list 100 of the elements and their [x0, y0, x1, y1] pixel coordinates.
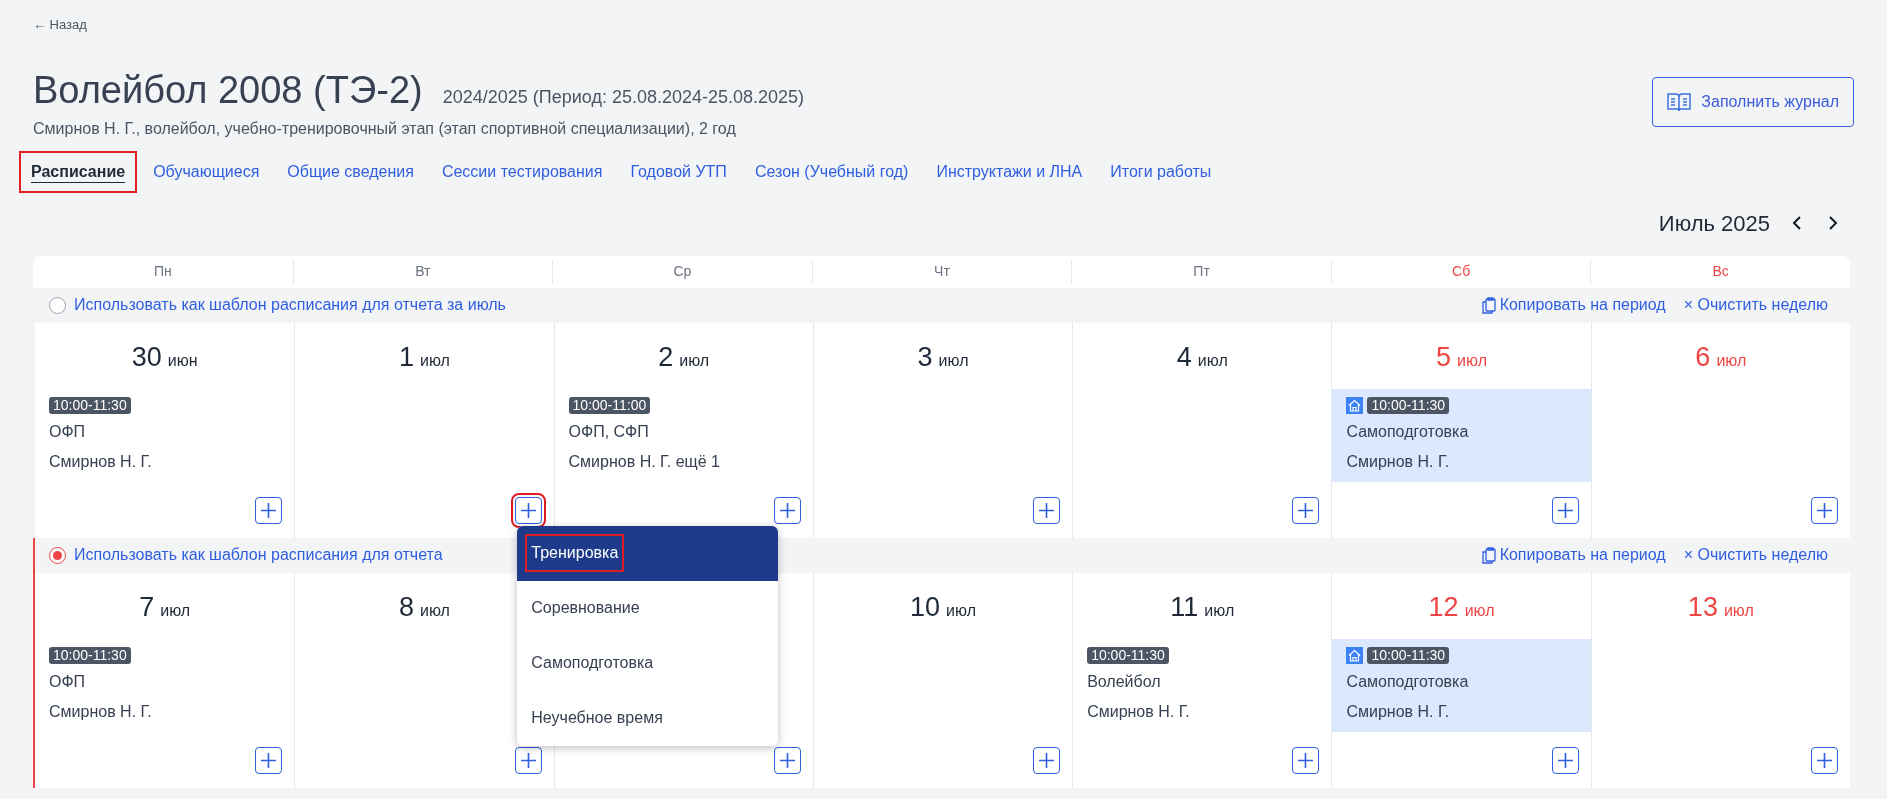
period-text: 2024/2025 (Период: 25.08.2024-25.08.2025): [442, 85, 805, 109]
time-badge: 10:00-11:30: [1367, 646, 1450, 664]
trainer-name: Смирнов Н. Г.: [49, 701, 153, 722]
subtitle-text: Смирнов Н. Г., волейбол, учебно-тренировочный этап (этап спортивной специализации), 2 год: [33, 118, 737, 139]
trainer-name: Смирнов Н. Г.: [49, 451, 153, 472]
menu-item[interactable]: Неучебное время: [525, 699, 669, 737]
copy-icon: [1481, 296, 1496, 314]
add-button[interactable]: [1811, 746, 1838, 774]
radio-button[interactable]: [49, 546, 66, 564]
plus-icon: [520, 752, 536, 768]
page-title: Волейбол 2008 (ТЭ-2): [33, 67, 423, 113]
add-button[interactable]: [1811, 496, 1838, 524]
month-label: июл: [419, 600, 450, 621]
template-label[interactable]: Использовать как шаблон расписания для отчета: [74, 543, 443, 567]
trainer-name: Смирнов Н. Г.: [1346, 701, 1451, 722]
tab[interactable]: Общие сведения: [275, 150, 426, 193]
weekday-label: Вт: [415, 262, 431, 281]
plus-icon: [1039, 502, 1055, 518]
month-label: июл: [1723, 600, 1754, 621]
add-button[interactable]: [1292, 746, 1320, 774]
chevron-right-icon: [1828, 216, 1838, 230]
month-label: июл: [1716, 350, 1747, 371]
tab[interactable]: Обучающиеся: [141, 150, 272, 193]
event-title: Самоподготовка: [1346, 671, 1470, 692]
weekday-label: Вс: [1712, 262, 1729, 281]
plus-icon: [1298, 502, 1314, 518]
fill-journal-button[interactable]: Заполнить журнал: [1652, 76, 1854, 127]
event-title: Волейбол: [1087, 671, 1162, 692]
tab[interactable]: Инструктажи и ЛНА: [924, 150, 1095, 193]
plus-icon: [779, 502, 795, 518]
weekday-label: Ср: [673, 262, 692, 281]
weekday-label: Пт: [1193, 262, 1210, 281]
add-button[interactable]: [773, 746, 801, 774]
time-badge: 10:00-11:30: [1087, 646, 1169, 664]
day-number: 12: [1428, 590, 1459, 624]
tab[interactable]: Расписание: [19, 150, 138, 193]
day-number: 2: [658, 340, 674, 374]
plus-icon: [1557, 752, 1573, 768]
day-number: 1: [398, 340, 414, 374]
day-number: 11: [1170, 590, 1199, 624]
tab[interactable]: Сессии тестирования: [429, 150, 615, 193]
month-label: июл: [1457, 350, 1488, 371]
plus-icon: [1039, 752, 1055, 768]
home-icon: [1346, 396, 1364, 414]
month-title: Июль 2025: [1658, 209, 1770, 238]
clear-week-link[interactable]: × Очистить неделю: [1683, 543, 1828, 567]
day-number: 3: [917, 340, 933, 374]
month-label: июл: [419, 350, 450, 371]
add-button[interactable]: [255, 746, 283, 774]
add-button[interactable]: [1033, 746, 1061, 774]
day-number: 10: [910, 590, 941, 624]
menu-item[interactable]: Соревнование: [525, 589, 646, 627]
event-title: Самоподготовка: [1346, 421, 1470, 442]
day-number: 13: [1687, 590, 1718, 624]
month-label: июл: [1204, 600, 1235, 621]
tab[interactable]: Итоги работы: [1098, 150, 1224, 193]
month-label: июл: [1197, 350, 1228, 371]
radio-button[interactable]: [49, 296, 66, 314]
trainer-name: Смирнов Н. Г.: [1346, 451, 1451, 472]
tab[interactable]: Сезон (Учебный год): [742, 150, 921, 193]
plus-icon: [261, 502, 277, 518]
plus-icon: [520, 502, 536, 518]
weekday-label: Чт: [934, 262, 950, 281]
add-button[interactable]: [773, 496, 801, 524]
day-number: 6: [1695, 340, 1711, 374]
event-card[interactable]: 10:00-11:30 Самоподготовка Смирнов Н. Г.: [1332, 638, 1591, 732]
chevron-left-icon: [1792, 216, 1802, 230]
month-label: июл: [679, 350, 710, 371]
day-number: 4: [1176, 340, 1192, 374]
copy-to-period-link[interactable]: Копировать на период: [1481, 543, 1666, 567]
weekday-label: Пн: [153, 262, 172, 281]
add-button[interactable]: [1033, 496, 1061, 524]
time-badge: 10:00-11:30: [1367, 396, 1450, 414]
add-button[interactable]: [1292, 496, 1320, 524]
add-button[interactable]: [1551, 496, 1579, 524]
day-number: 8: [398, 590, 414, 624]
add-button[interactable]: [1551, 746, 1579, 774]
time-badge: 10:00-11:00: [568, 396, 651, 414]
copy-to-period-link[interactable]: Копировать на период: [1481, 293, 1666, 317]
time-badge: 10:00-11:30: [49, 646, 131, 664]
add-button[interactable]: [255, 496, 283, 524]
add-button[interactable]: [514, 746, 542, 774]
day-number: 5: [1436, 340, 1452, 374]
menu-item[interactable]: Тренировка: [525, 534, 625, 572]
time-badge: 10:00-11:30: [49, 396, 131, 414]
plus-icon: [1298, 752, 1314, 768]
month-label: июл: [938, 350, 969, 371]
template-label[interactable]: Использовать как шаблон расписания для отчета за июль: [74, 293, 506, 317]
menu-item[interactable]: Самоподготовка: [525, 644, 660, 682]
plus-icon: [1557, 502, 1573, 518]
event-card[interactable]: 10:00-11:30 Самоподготовка Смирнов Н. Г.: [1332, 388, 1591, 482]
month-label: июл: [946, 600, 976, 621]
month-label: июл: [160, 600, 191, 621]
back-link[interactable]: ← Назад: [33, 15, 87, 35]
month-label: июн: [167, 350, 198, 371]
tab[interactable]: Годовой УТП: [618, 150, 739, 193]
event-title: ОФП: [49, 421, 87, 442]
trainer-name: Смирнов Н. Г.: [1087, 701, 1191, 722]
clear-week-link[interactable]: × Очистить неделю: [1683, 293, 1828, 317]
home-icon: [1346, 646, 1364, 664]
